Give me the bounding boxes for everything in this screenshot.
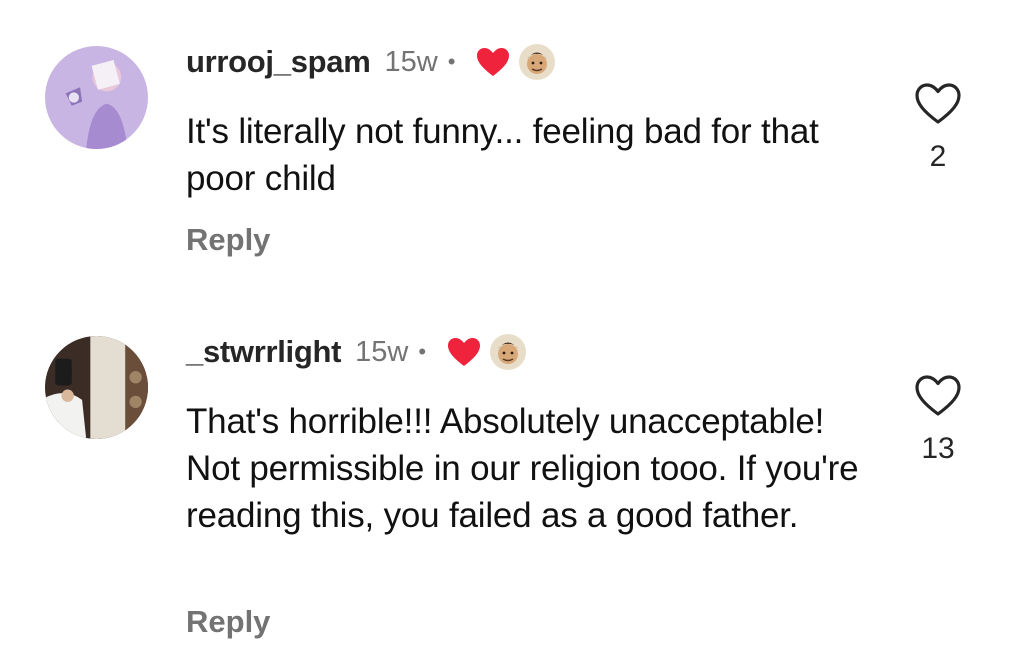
reply-button[interactable]: Reply [186, 604, 270, 640]
username[interactable]: urrooj_spam [186, 44, 371, 80]
comment-header: _stwrrlight 15w • [186, 332, 527, 372]
timestamp: 15w [355, 335, 409, 368]
avatar[interactable] [45, 336, 148, 439]
comment-text: It's literally not funny... feeling bad … [186, 112, 819, 198]
heart-outline-icon[interactable] [914, 374, 962, 418]
comment-item: _stwrrlight 15w • That's horrible!!! Abs… [0, 330, 1024, 654]
heart-outline-icon[interactable] [914, 82, 962, 126]
comments-list: urrooj_spam 15w • It's literally not fun… [0, 0, 1024, 654]
avatar-image [45, 336, 148, 439]
reply-button[interactable]: Reply [186, 222, 270, 258]
avatar[interactable] [45, 46, 148, 149]
like-count: 2 [929, 140, 947, 173]
like-count: 13 [921, 432, 955, 465]
separator-dot: • [447, 49, 456, 74]
creator-avatar [490, 334, 527, 370]
separator-dot: • [418, 339, 427, 364]
comment-text: That's horrible!!! Absolutely unacceptab… [186, 402, 859, 535]
comment-item: urrooj_spam 15w • It's literally not fun… [0, 40, 1024, 280]
filled-heart-icon [446, 336, 482, 368]
creator-avatar [519, 44, 556, 80]
username[interactable]: _stwrrlight [186, 334, 341, 370]
filled-heart-icon [475, 46, 511, 78]
like-control: 13 [910, 374, 966, 466]
like-control: 2 [910, 82, 966, 174]
timestamp: 15w [384, 45, 438, 78]
avatar-image [45, 46, 148, 149]
comment-header: urrooj_spam 15w • [186, 42, 556, 82]
